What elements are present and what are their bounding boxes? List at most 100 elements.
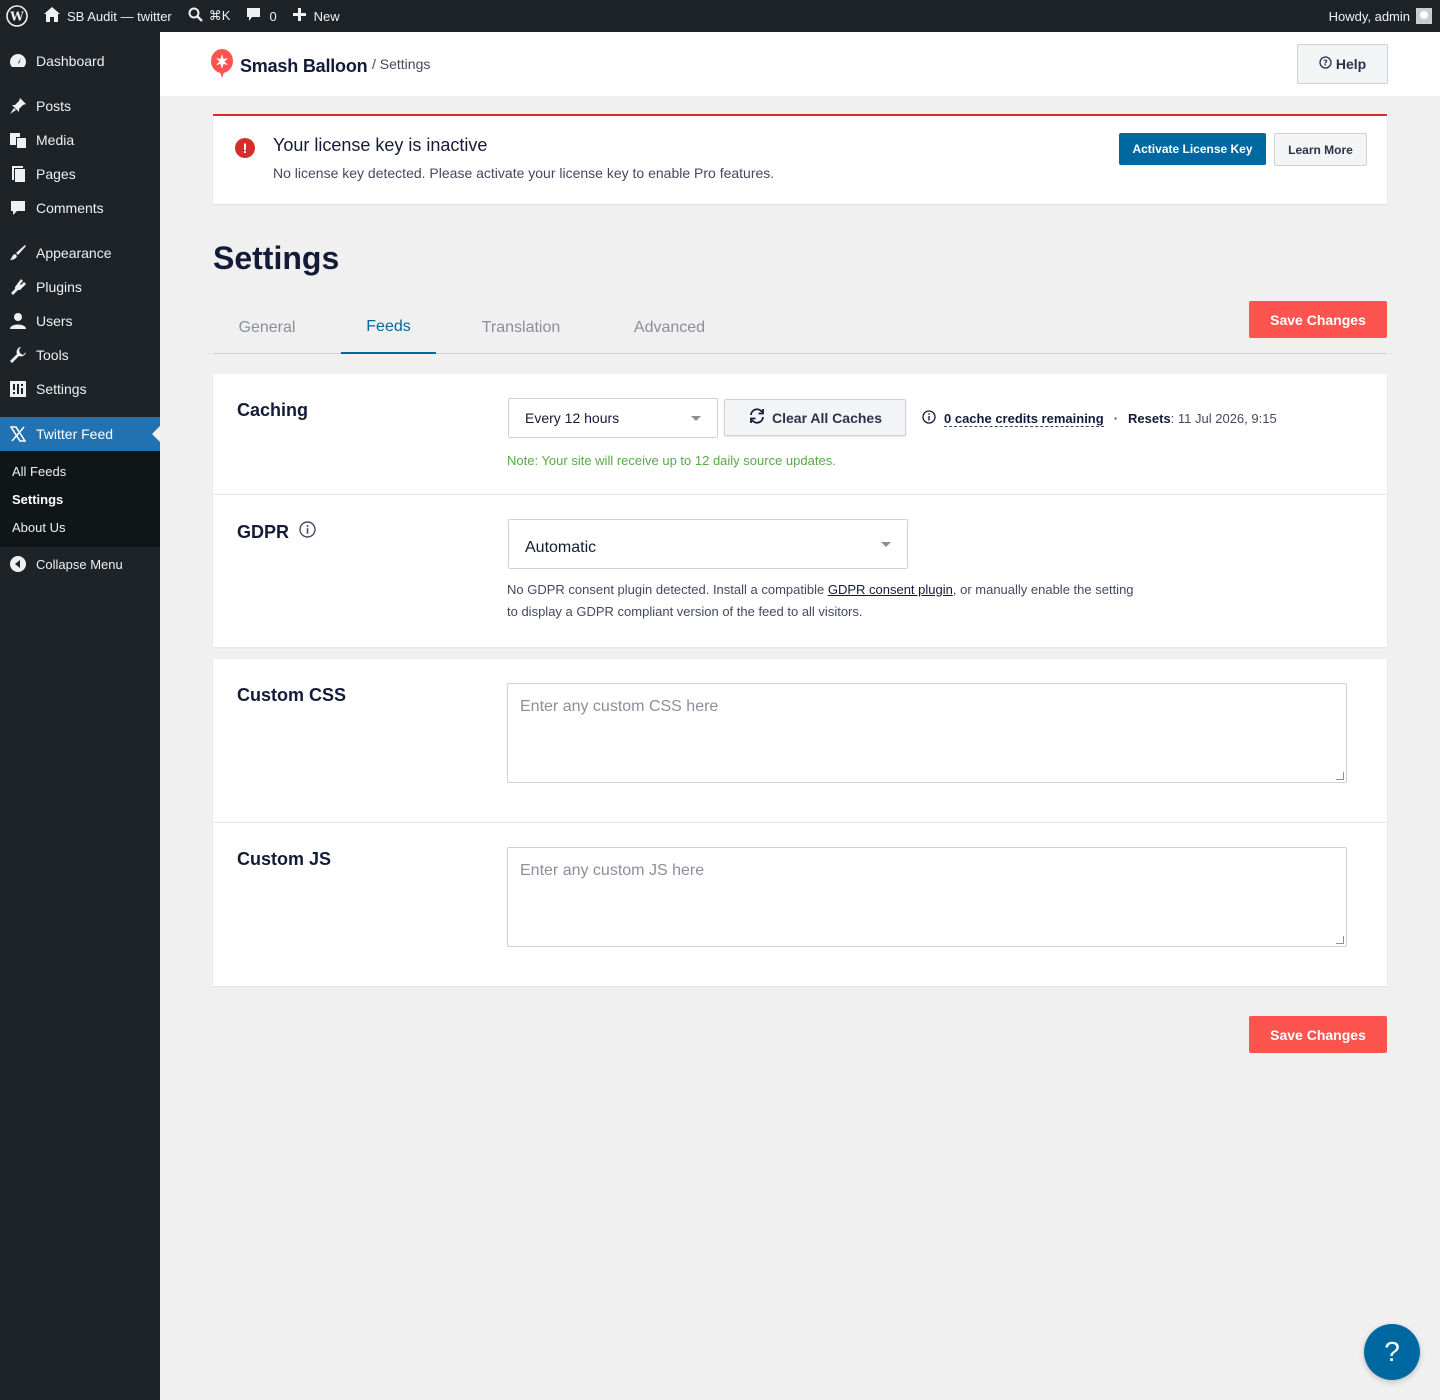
submenu-about-us[interactable]: About Us [0, 513, 160, 541]
tab-translation[interactable]: Translation [461, 301, 581, 354]
floating-help-button[interactable]: ? [1364, 1324, 1420, 1380]
custom-js-label-text: Custom JS [237, 849, 332, 869]
gdpr-value: Automatic [525, 539, 597, 556]
gdpr-label: GDPR [237, 521, 316, 543]
site-name: SB Audit — twitter [67, 8, 172, 24]
admin-bar: W SB Audit — twitter ⌘K 0 New Howdy, adm… [0, 0, 1440, 32]
question-circle-icon: ? [1319, 56, 1332, 72]
license-notice: ! Your license key is inactive No licens… [213, 114, 1387, 204]
shortcut-label: ⌘K [208, 8, 231, 23]
row-divider [213, 822, 1387, 823]
error-icon: ! [235, 138, 255, 158]
collapse-menu-button[interactable]: Collapse Menu [0, 547, 160, 581]
smash-balloon-logo[interactable]: Smash Balloon [210, 49, 368, 84]
greeting: Howdy, admin [1328, 8, 1410, 24]
gdpr-consent-plugin-link[interactable]: GDPR consent plugin [828, 582, 953, 597]
separator-dot: · [1113, 411, 1119, 426]
save-changes-button-top[interactable]: Save Changes [1249, 301, 1387, 338]
sidebar-item-tools[interactable]: Tools [0, 338, 160, 372]
cache-interval-select[interactable]: Every 12 hours [508, 398, 718, 438]
sidebar-item-label: Tools [36, 347, 69, 363]
resets-info: Resets: 11 Jul 2026, 9:15 [1128, 411, 1277, 426]
gdpr-description: No GDPR consent plugin detected. Install… [507, 579, 1147, 623]
refresh-icon [748, 408, 766, 427]
gdpr-label-text: GDPR [237, 521, 290, 542]
submenu-all-feeds[interactable]: All Feeds [0, 457, 160, 485]
sidebar-item-comments[interactable]: Comments [0, 191, 160, 225]
learn-more-button[interactable]: Learn More [1274, 133, 1367, 166]
dashboard-icon [8, 51, 28, 71]
home-icon [44, 7, 60, 25]
custom-css-placeholder: Enter any custom CSS here [520, 698, 719, 715]
wrench-icon [8, 345, 28, 365]
license-description: No license key detected. Please activate… [273, 165, 775, 181]
sidebar-item-label: Pages [36, 166, 76, 182]
sidebar-item-plugins[interactable]: Plugins [0, 270, 160, 304]
x-logo-icon [8, 424, 28, 444]
plus-icon [292, 8, 306, 24]
page-title: Settings [213, 240, 340, 276]
sidebar-item-appearance[interactable]: Appearance [0, 236, 160, 270]
sidebar-item-users[interactable]: Users [0, 304, 160, 338]
cache-credits-link[interactable]: 0 cache credits remaining [944, 411, 1104, 427]
breadcrumb: / Settings [372, 56, 431, 72]
gdpr-select[interactable]: Automatic [508, 519, 908, 569]
command-search-button[interactable]: ⌘K [180, 0, 239, 32]
license-title: Your license key is inactive [273, 135, 488, 155]
sidebar-item-settings[interactable]: Settings [0, 372, 160, 406]
comment-icon [8, 198, 28, 218]
comments-link[interactable]: 0 [238, 0, 284, 32]
info-icon[interactable] [299, 521, 316, 543]
resets-label: Resets [1128, 411, 1171, 426]
collapse-arrow-icon [8, 554, 28, 574]
wordpress-logo-icon[interactable]: W [0, 0, 36, 32]
resets-value: : 11 Jul 2026, 9:15 [1170, 411, 1277, 426]
help-label: Help [1335, 56, 1367, 72]
tab-advanced[interactable]: Advanced [613, 301, 726, 354]
custom-js-textarea[interactable]: Enter any custom JS here [507, 847, 1347, 947]
info-icon [922, 410, 936, 427]
media-icon [8, 130, 28, 150]
pin-icon [8, 96, 28, 116]
tab-general[interactable]: General [213, 301, 321, 354]
avatar [1416, 8, 1432, 24]
resize-handle-icon[interactable] [1336, 936, 1344, 944]
sidebar-item-label: Dashboard [36, 53, 105, 69]
clear-caches-label: Clear All Caches [772, 409, 882, 426]
caching-gdpr-card: Caching Every 12 hours Clear All Caches … [213, 374, 1387, 647]
pages-icon [8, 164, 28, 184]
submenu-settings[interactable]: Settings [0, 485, 160, 513]
resize-handle-icon[interactable] [1336, 772, 1344, 780]
caching-label-text: Caching [237, 400, 309, 420]
twitter-feed-submenu: All Feeds Settings About Us [0, 451, 160, 547]
row-divider [213, 494, 1387, 495]
balloon-logo-icon [210, 49, 234, 84]
help-button[interactable]: ? Help [1297, 44, 1388, 84]
svg-text:W: W [9, 10, 24, 24]
admin-sidebar: Dashboard Posts Media Pages Comments App… [0, 32, 160, 1400]
custom-code-card: Custom CSS Enter any custom CSS here Cus… [213, 659, 1387, 986]
sidebar-item-label: Users [36, 313, 73, 329]
new-content-button[interactable]: New [285, 0, 348, 32]
sidebar-item-label: Comments [36, 200, 104, 216]
sidebar-item-media[interactable]: Media [0, 123, 160, 157]
sidebar-item-twitter-feed[interactable]: Twitter Feed [0, 417, 160, 451]
gdpr-desc-text: No GDPR consent plugin detected. Install… [507, 582, 828, 597]
chevron-down-icon [691, 416, 701, 421]
custom-css-label: Custom CSS [237, 685, 346, 706]
sidebar-item-label: Plugins [36, 279, 82, 295]
sidebar-item-label: Settings [36, 381, 87, 397]
save-changes-button-bottom[interactable]: Save Changes [1249, 1016, 1387, 1053]
activate-license-button[interactable]: Activate License Key [1119, 133, 1266, 165]
site-name-link[interactable]: SB Audit — twitter [36, 0, 180, 32]
my-account-menu[interactable]: Howdy, admin [1329, 0, 1432, 32]
sidebar-item-pages[interactable]: Pages [0, 157, 160, 191]
tab-feeds[interactable]: Feeds [341, 301, 436, 354]
custom-css-label-text: Custom CSS [237, 685, 347, 705]
cache-interval-value: Every 12 hours [525, 410, 620, 426]
custom-css-textarea[interactable]: Enter any custom CSS here [507, 683, 1347, 783]
clear-all-caches-button[interactable]: Clear All Caches [724, 399, 906, 436]
question-icon: ? [1384, 1336, 1400, 1367]
sidebar-item-posts[interactable]: Posts [0, 89, 160, 123]
sidebar-item-dashboard[interactable]: Dashboard [0, 44, 160, 78]
